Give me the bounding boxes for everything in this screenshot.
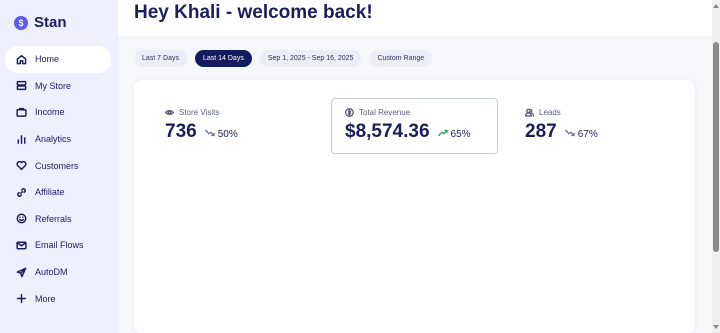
stat-value: $8,574.36 <box>345 121 430 142</box>
stat-value: 736 <box>165 121 197 142</box>
trend-down-icon <box>564 129 575 140</box>
sidebar-item-label: My Store <box>35 80 72 91</box>
stat-label-row: Total Revenue <box>345 108 471 117</box>
stat-value-row: $8,574.36 65% <box>345 122 471 142</box>
sidebar-nav: Home My Store Income Analytics Customers <box>5 46 111 312</box>
stat-leads[interactable]: Leads 287 67% <box>525 108 598 142</box>
store-icon <box>15 80 27 92</box>
stat-label: Total Revenue <box>359 108 411 117</box>
sidebar-item-label: Email Flows <box>35 240 84 251</box>
trend-down-icon <box>204 129 215 140</box>
sidebar-item-referrals[interactable]: Referrals <box>5 206 111 233</box>
stat-label: Leads <box>539 108 561 117</box>
logo-icon: $ <box>14 15 28 30</box>
brand-name: Stan <box>34 14 67 31</box>
stat-change-value: 65% <box>450 129 471 140</box>
scroll-thumb[interactable] <box>713 42 719 252</box>
date-filter-group: Last 7 Days Last 14 Days Sep 1, 2025 - S… <box>134 50 433 67</box>
vertical-scrollbar[interactable] <box>712 0 720 333</box>
sidebar-item-autodm[interactable]: AutoDM <box>5 259 111 286</box>
trend-up-icon <box>437 129 448 140</box>
stat-value: 287 <box>525 121 557 142</box>
send-icon <box>15 266 27 278</box>
sidebar-item-home[interactable]: Home <box>5 46 111 73</box>
stat-store-visits[interactable]: Store Visits 736 50% <box>165 108 238 142</box>
stat-change: 67% <box>564 129 598 142</box>
stat-change-value: 50% <box>217 129 238 140</box>
page-title: Hey Khali - welcome back! <box>134 2 373 23</box>
stat-label-row: Leads <box>525 108 598 117</box>
filter-last-14-days[interactable]: Last 14 Days <box>194 50 252 67</box>
stat-change-value: 67% <box>577 129 598 140</box>
sidebar-item-analytics[interactable]: Analytics <box>5 126 111 153</box>
eye-icon <box>165 109 174 116</box>
wallet-icon <box>15 106 27 118</box>
sidebar-item-label: Customers <box>35 160 79 171</box>
sidebar: $ Stan Home My Store Income Analytics Cu… <box>0 0 118 333</box>
filter-last-7-days[interactable]: Last 7 Days <box>134 50 187 67</box>
stat-value-row: 287 67% <box>525 122 598 142</box>
sidebar-item-email-flows[interactable]: Email Flows <box>5 232 111 259</box>
sidebar-item-my-store[interactable]: My Store <box>5 73 111 100</box>
filter-date-range[interactable]: Sep 1, 2025 - Sep 16, 2025 <box>259 50 362 67</box>
sidebar-item-income[interactable]: Income <box>5 99 111 126</box>
stats-card: Store Visits 736 50% Total Revenue $8,57… <box>134 80 695 333</box>
stat-change: 50% <box>204 129 238 142</box>
sidebar-item-label: Analytics <box>35 134 72 145</box>
stat-label: Store Visits <box>179 108 220 117</box>
sidebar-item-label: Affiliate <box>35 187 65 198</box>
mail-icon <box>15 239 27 251</box>
stat-change: 65% <box>437 129 471 142</box>
sidebar-item-affiliate[interactable]: Affiliate <box>5 179 111 206</box>
bar-chart-icon <box>15 133 27 145</box>
brand-logo[interactable]: $ Stan <box>14 14 67 31</box>
stat-label-row: Store Visits <box>165 108 238 117</box>
home-icon <box>15 53 27 65</box>
stat-total-revenue[interactable]: Total Revenue $8,574.36 65% <box>345 108 471 142</box>
sidebar-item-label: More <box>35 293 56 304</box>
sidebar-item-label: Income <box>35 107 65 118</box>
sidebar-item-more[interactable]: More <box>5 285 111 312</box>
scroll-up-icon[interactable] <box>713 4 719 8</box>
filter-custom-range[interactable]: Custom Range <box>369 50 433 67</box>
sidebar-item-label: AutoDM <box>35 267 68 278</box>
sidebar-item-customers[interactable]: Customers <box>5 152 111 179</box>
scroll-down-icon[interactable] <box>713 325 719 329</box>
dollar-circle-icon <box>345 108 354 117</box>
users-icon <box>525 108 534 117</box>
plus-icon <box>15 293 27 305</box>
sidebar-item-label: Home <box>35 54 60 65</box>
smile-icon <box>15 213 27 225</box>
heart-icon <box>15 160 27 172</box>
sidebar-item-label: Referrals <box>35 213 72 224</box>
link-icon <box>15 186 27 198</box>
stat-value-row: 736 50% <box>165 122 238 142</box>
